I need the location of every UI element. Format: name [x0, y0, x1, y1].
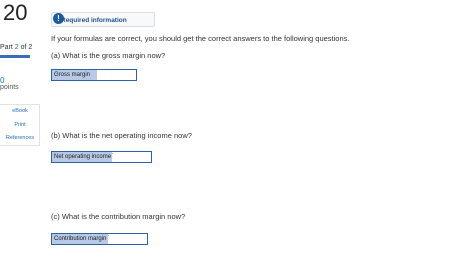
part-indicator: Part 2 of 2 — [0, 44, 32, 51]
part-progress-bar — [0, 55, 30, 58]
instructions-text: If your formulas are correct, you should… — [51, 34, 350, 43]
net-operating-income-row: Net operating income — [51, 151, 152, 163]
gross-margin-row: Gross margin — [51, 69, 137, 81]
contribution-margin-label: Contribution margin — [52, 234, 108, 244]
contribution-margin-row: Contribution margin — [51, 233, 148, 245]
tools-panel: eBook Print References — [0, 104, 40, 146]
part-progress-fill — [0, 55, 30, 58]
gross-margin-label: Gross margin — [52, 70, 97, 80]
question-a-prompt: (a) What is the gross margin now? — [51, 51, 166, 60]
question-c-prompt: (c) What is the contribution margin now? — [51, 212, 186, 221]
contribution-margin-input[interactable] — [109, 234, 147, 244]
banner-title: Required information — [61, 17, 127, 24]
question-b-prompt: (b) What is the net operating income now… — [51, 131, 192, 140]
part-prefix: Part — [0, 44, 15, 51]
net-operating-income-label: Net operating income — [52, 152, 112, 162]
gross-margin-input[interactable] — [97, 70, 136, 80]
net-operating-income-input[interactable] — [113, 152, 151, 162]
question-number: 20 — [3, 0, 28, 25]
ebook-link[interactable]: eBook — [0, 108, 40, 114]
points-label: points — [0, 84, 19, 91]
question-sidebar: 20 Part 2 of 2 0 points eBook Print Refe… — [0, 0, 40, 258]
print-link[interactable]: Print — [0, 122, 40, 128]
part-suffix: of 2 — [18, 44, 33, 51]
references-link[interactable]: References — [0, 135, 40, 141]
required-information-banner[interactable]: ! Required information — [51, 12, 155, 27]
